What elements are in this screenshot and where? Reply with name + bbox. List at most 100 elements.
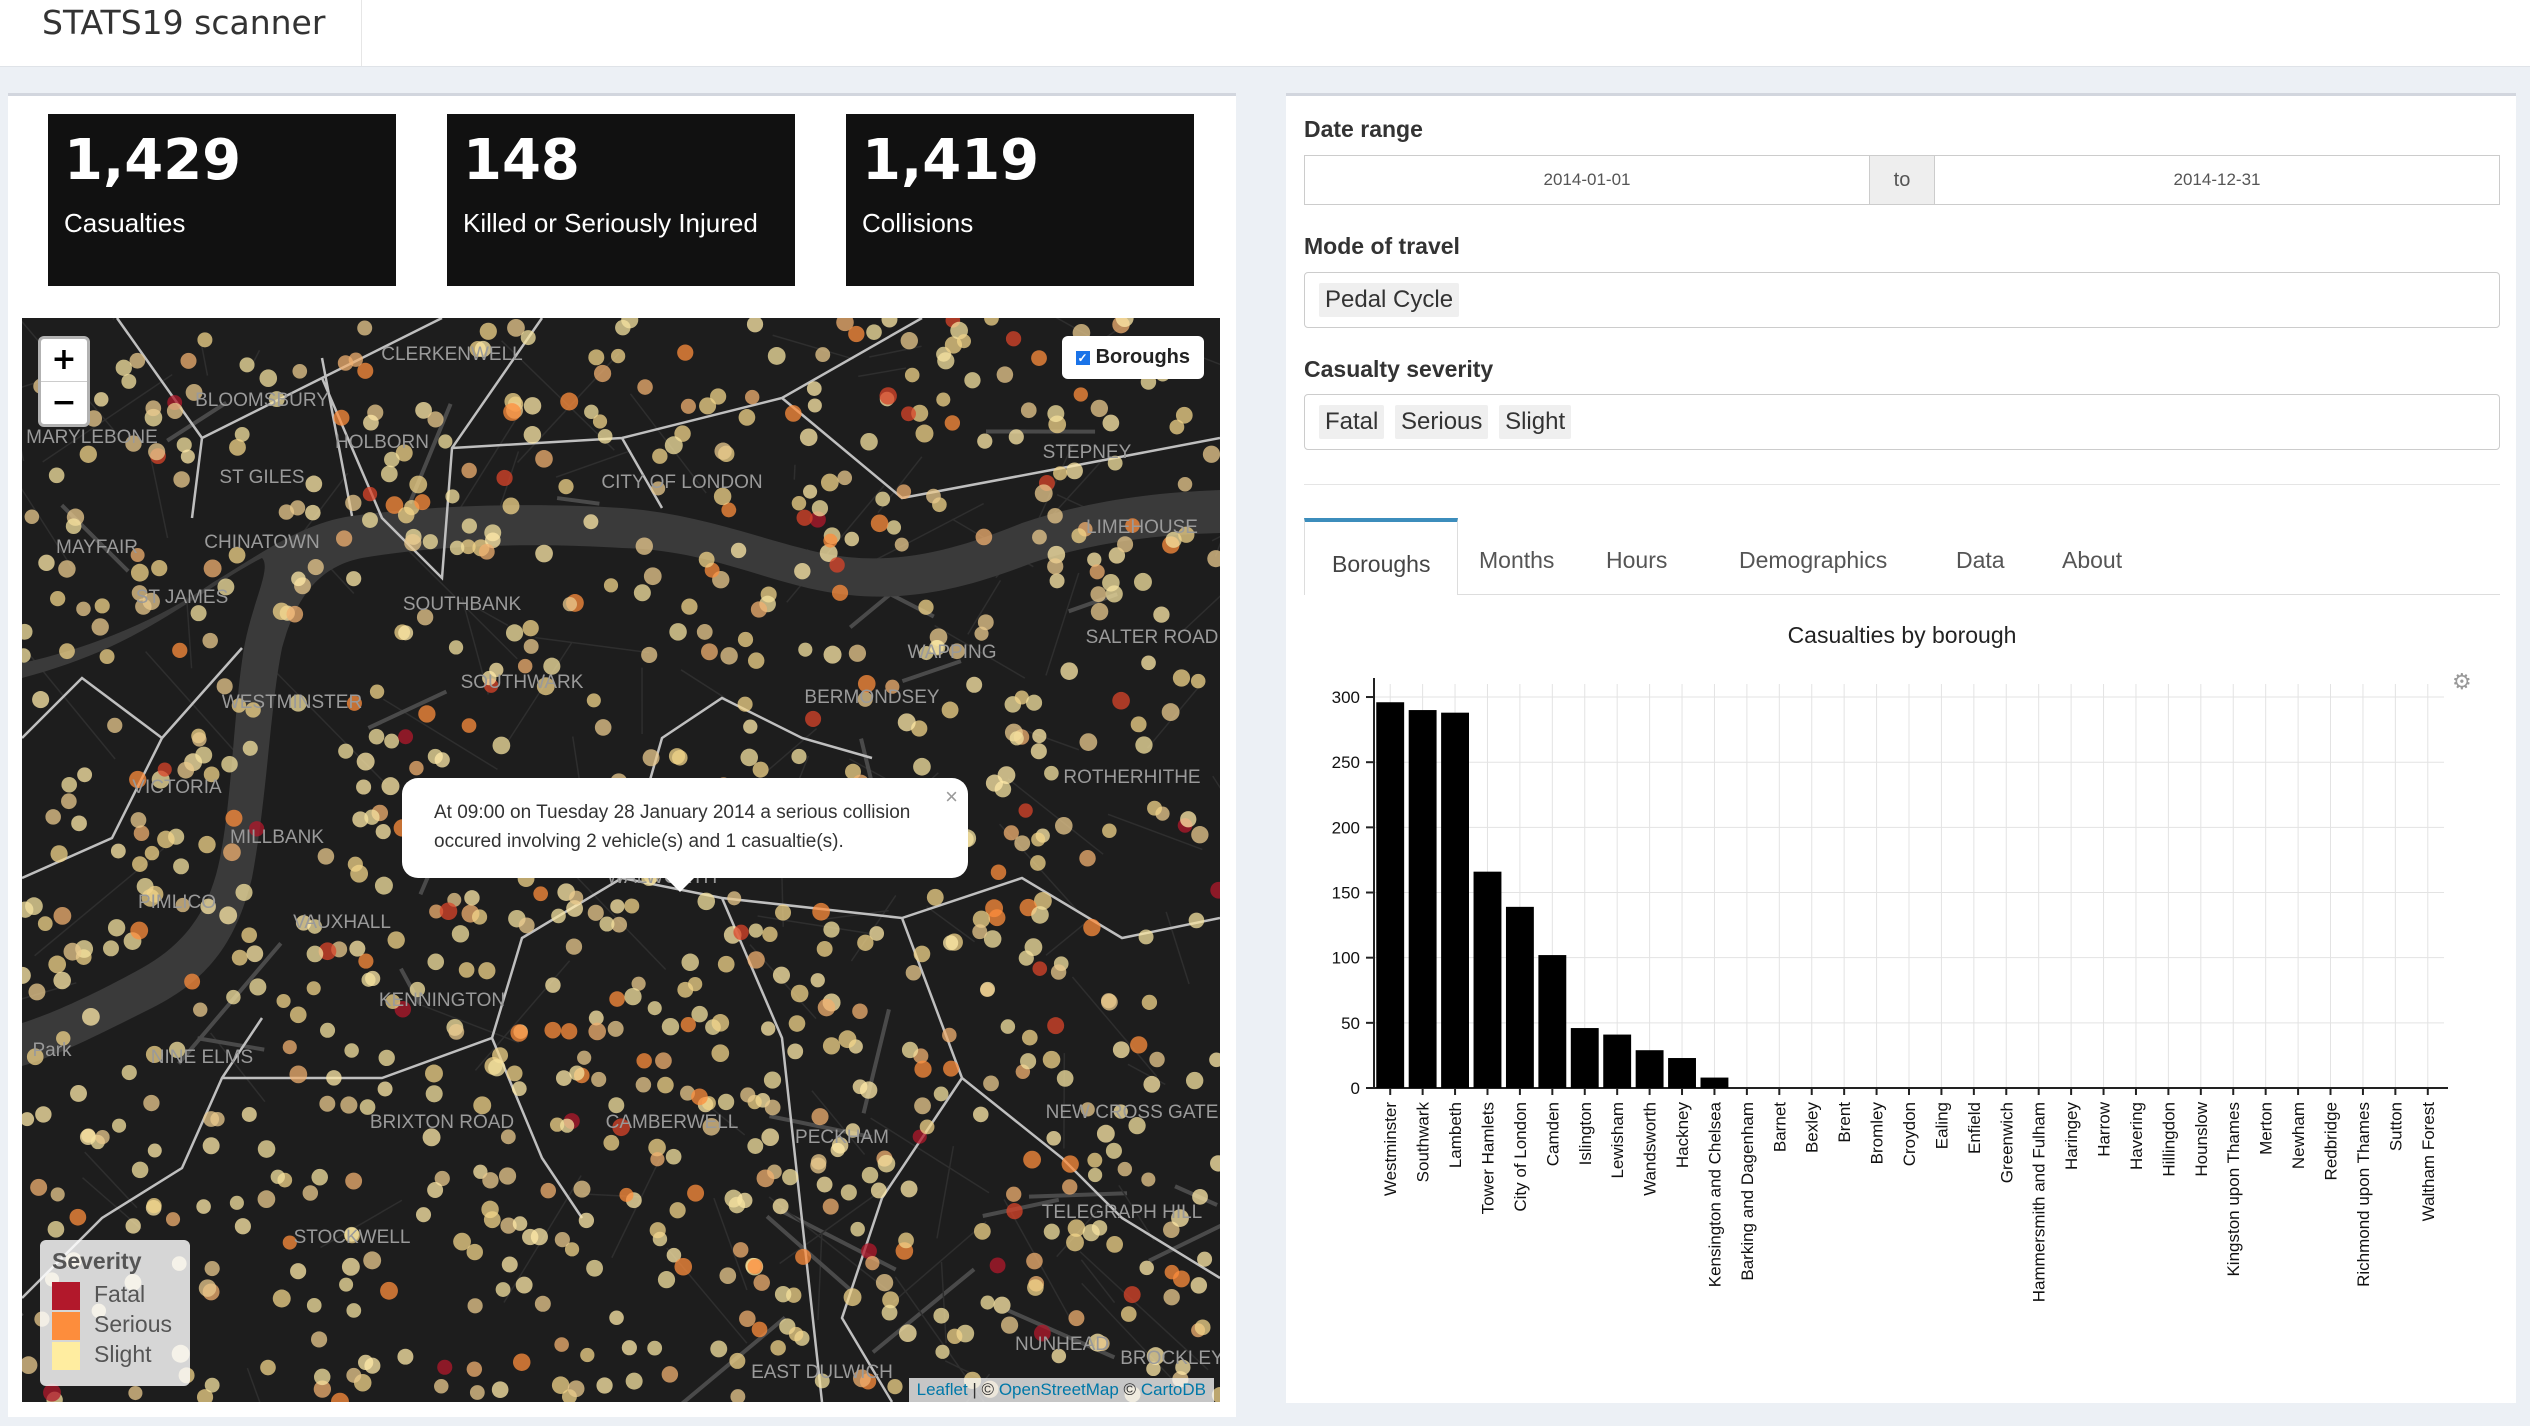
collision-marker[interactable]: [505, 624, 524, 642]
collision-marker[interactable]: [129, 352, 146, 369]
collision-marker[interactable]: [344, 1043, 359, 1058]
collision-marker[interactable]: [272, 1289, 291, 1308]
collision-marker[interactable]: [560, 392, 579, 411]
collision-marker[interactable]: [76, 601, 91, 617]
collision-marker[interactable]: [680, 398, 696, 414]
collision-marker[interactable]: [1175, 406, 1193, 424]
collision-marker[interactable]: [1023, 1150, 1041, 1169]
collision-marker[interactable]: [451, 925, 470, 943]
collision-marker[interactable]: [870, 1182, 887, 1199]
collision-marker[interactable]: [398, 625, 414, 641]
collision-marker[interactable]: [1047, 1017, 1065, 1035]
collision-marker[interactable]: [696, 624, 713, 640]
collision-marker[interactable]: [427, 953, 445, 971]
collision-marker[interactable]: [523, 426, 542, 444]
collision-marker[interactable]: [535, 544, 553, 563]
collision-marker[interactable]: [1031, 832, 1046, 847]
collision-marker[interactable]: [661, 1017, 680, 1036]
collision-marker[interactable]: [488, 1059, 506, 1077]
collision-marker[interactable]: [425, 1085, 443, 1103]
collision-marker[interactable]: [472, 909, 488, 925]
collision-marker[interactable]: [115, 359, 132, 376]
collision-marker[interactable]: [335, 530, 353, 547]
collision-marker[interactable]: [448, 1024, 465, 1040]
collision-marker[interactable]: [378, 1049, 395, 1067]
collision-marker[interactable]: [852, 1003, 868, 1020]
collision-marker[interactable]: [1117, 1161, 1133, 1177]
collision-marker[interactable]: [795, 1248, 812, 1265]
collision-marker[interactable]: [980, 1295, 995, 1310]
collision-marker[interactable]: [330, 1392, 349, 1402]
collision-marker[interactable]: [913, 945, 931, 963]
collision-marker[interactable]: [478, 543, 495, 560]
collision-marker[interactable]: [551, 908, 566, 924]
collision-marker[interactable]: [381, 777, 400, 796]
collision-marker[interactable]: [384, 451, 400, 468]
collision-marker[interactable]: [578, 1212, 595, 1229]
collision-marker[interactable]: [1005, 331, 1022, 347]
collision-marker[interactable]: [193, 1002, 208, 1017]
collision-marker[interactable]: [48, 467, 65, 484]
collision-marker[interactable]: [482, 1172, 499, 1189]
collision-marker[interactable]: [943, 1060, 960, 1077]
collision-marker[interactable]: [143, 1094, 160, 1112]
collision-marker[interactable]: [445, 489, 460, 504]
collision-marker[interactable]: [45, 809, 61, 825]
collision-marker[interactable]: [345, 494, 362, 512]
collision-marker[interactable]: [983, 1075, 999, 1092]
collision-marker[interactable]: [1047, 558, 1064, 575]
collision-marker[interactable]: [1188, 912, 1205, 929]
collision-marker[interactable]: [257, 1190, 276, 1209]
zoom-in-button[interactable]: +: [41, 339, 87, 382]
collision-marker[interactable]: [687, 1184, 705, 1202]
collision-marker[interactable]: [763, 1071, 782, 1089]
collision-marker[interactable]: [565, 938, 583, 955]
collision-marker[interactable]: [364, 809, 380, 825]
collision-marker[interactable]: [121, 373, 137, 389]
collision-marker[interactable]: [192, 732, 207, 747]
collision-marker[interactable]: [661, 1366, 679, 1383]
collision-marker[interactable]: [466, 1361, 483, 1377]
collision-marker[interactable]: [414, 494, 431, 511]
collision-marker[interactable]: [990, 864, 1007, 880]
collision-marker[interactable]: [59, 643, 75, 660]
collision-marker[interactable]: [461, 718, 477, 733]
collision-marker[interactable]: [461, 518, 478, 534]
collision-marker[interactable]: [941, 701, 959, 719]
collision-marker[interactable]: [350, 864, 369, 883]
collision-marker[interactable]: [50, 1187, 65, 1202]
collision-marker[interactable]: [173, 858, 190, 875]
collision-marker[interactable]: [1087, 1167, 1103, 1183]
collision-marker[interactable]: [289, 1006, 307, 1024]
collision-marker[interactable]: [714, 442, 732, 460]
collision-marker[interactable]: [799, 428, 818, 447]
collision-marker[interactable]: [728, 1196, 746, 1214]
collision-marker[interactable]: [937, 352, 955, 370]
collision-marker[interactable]: [901, 406, 916, 422]
collision-marker[interactable]: [69, 1208, 87, 1226]
collision-marker[interactable]: [647, 1340, 663, 1356]
collision-marker[interactable]: [310, 1331, 328, 1348]
collision-marker[interactable]: [577, 1050, 592, 1065]
collision-marker[interactable]: [805, 710, 822, 727]
collision-marker[interactable]: [936, 392, 951, 407]
collision-marker[interactable]: [415, 1207, 432, 1223]
collision-marker[interactable]: [345, 1172, 363, 1190]
collision-marker[interactable]: [674, 1257, 693, 1276]
collision-marker[interactable]: [502, 497, 520, 515]
layer-control[interactable]: ✓ Boroughs: [1061, 336, 1204, 379]
collision-marker[interactable]: [650, 1152, 665, 1167]
collision-marker[interactable]: [609, 991, 625, 1007]
collision-marker[interactable]: [1026, 1252, 1043, 1270]
collision-marker[interactable]: [1021, 1029, 1038, 1046]
mode-select[interactable]: Pedal Cycle: [1304, 272, 2500, 328]
collision-marker[interactable]: [35, 1106, 52, 1123]
collision-marker[interactable]: [369, 684, 385, 699]
collision-marker[interactable]: [669, 623, 687, 641]
collision-marker[interactable]: [697, 892, 716, 911]
collision-marker[interactable]: [1190, 673, 1206, 689]
collision-marker[interactable]: [770, 1340, 786, 1356]
collision-marker[interactable]: [1143, 1075, 1161, 1093]
collision-marker[interactable]: [774, 1285, 792, 1303]
bar-wandsworth[interactable]: [1635, 1050, 1664, 1088]
